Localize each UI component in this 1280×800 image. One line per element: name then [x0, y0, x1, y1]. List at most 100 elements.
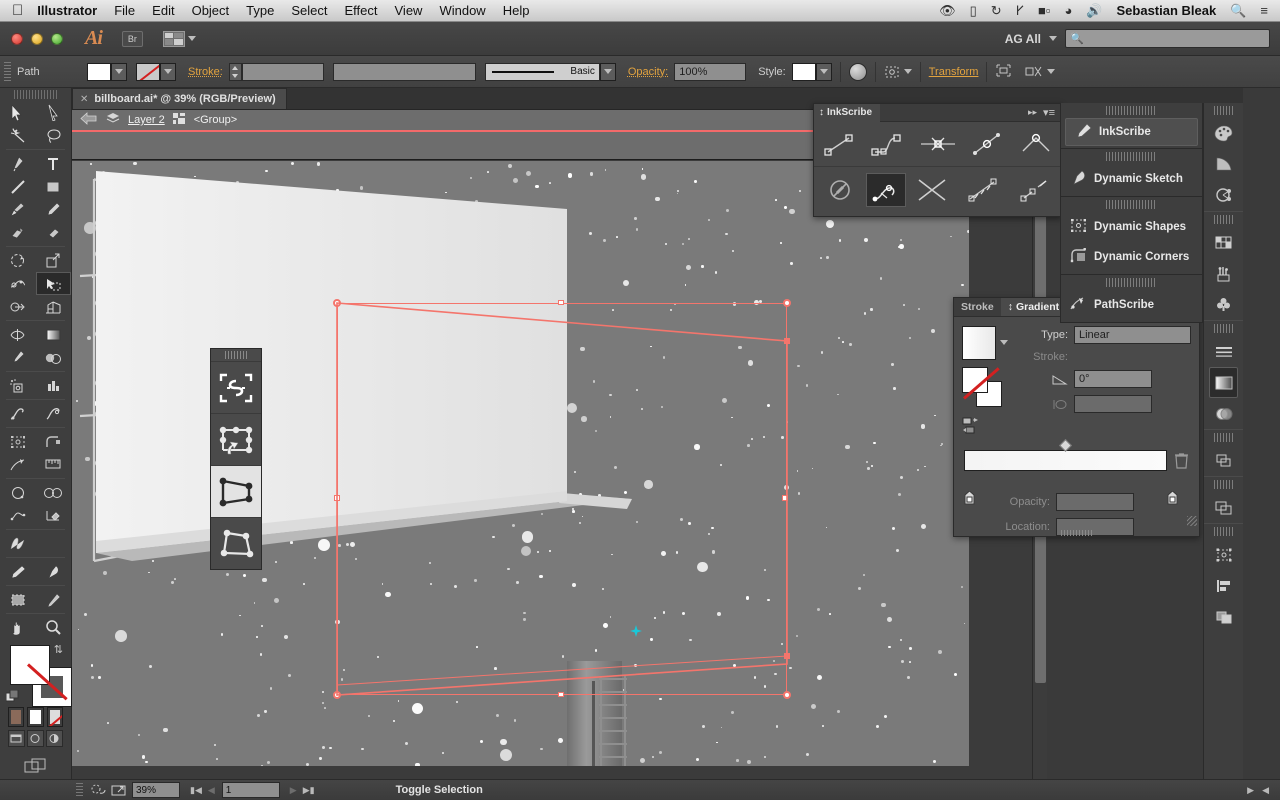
change-screen-mode-icon[interactable] — [0, 757, 71, 775]
expand-status-icon[interactable]: ▶ — [1244, 785, 1257, 796]
appearance-icon[interactable] — [1204, 445, 1243, 476]
notification-center-icon[interactable]: ≡ — [1260, 4, 1268, 17]
eye-icon[interactable]: 👁 — [939, 4, 956, 17]
search-icon[interactable]: 🔍 — [1230, 4, 1246, 17]
menu-edit[interactable]: Edit — [152, 3, 174, 18]
menu-object[interactable]: Object — [192, 3, 230, 18]
blob-brush-tool-icon[interactable] — [0, 221, 36, 244]
expand-icon[interactable]: ▸▸ — [1028, 107, 1037, 118]
panel-item-inkscribe[interactable]: InkScribe — [1065, 118, 1198, 146]
join-path-icon[interactable] — [1009, 173, 1061, 207]
move-anchors-icon[interactable] — [211, 413, 261, 465]
next-page-icon[interactable]: ▶ — [287, 785, 300, 796]
draw-shape-icon[interactable] — [211, 517, 261, 569]
artboard-canvas[interactable] — [72, 161, 969, 766]
panel-grip[interactable] — [1106, 106, 1157, 115]
stroke-none-swatch[interactable] — [136, 62, 160, 81]
stroke-weight-stepper[interactable] — [228, 62, 242, 81]
rotate-tool-icon[interactable] — [0, 249, 36, 272]
eyedropper-tool-icon[interactable] — [0, 346, 36, 369]
dynamic-shape-detect-icon[interactable] — [211, 361, 261, 413]
tab-stroke[interactable]: Stroke — [954, 298, 1001, 316]
trash-icon[interactable] — [1174, 452, 1189, 469]
inkquest-tool-icon[interactable] — [0, 402, 36, 425]
status-message[interactable]: Toggle Selection — [396, 784, 483, 796]
smooth-point-icon[interactable] — [962, 127, 1011, 161]
document-tab[interactable]: ✕ billboard.ai* @ 39% (RGB/Preview) — [72, 88, 287, 109]
style-chevron-down-icon[interactable] — [815, 62, 832, 81]
pathscribe-tool-icon[interactable] — [0, 453, 36, 476]
swap-fill-stroke-icon[interactable]: ⇅ — [54, 643, 63, 656]
normal-screen-mode-icon[interactable] — [8, 730, 25, 747]
panel-collapse-chevron-icon[interactable]: ↕ — [819, 107, 824, 118]
back-arrow-icon[interactable] — [80, 112, 98, 128]
brush-chevron-down-icon[interactable] — [599, 62, 616, 81]
perspective-grid-tool-icon[interactable] — [36, 295, 72, 318]
gradient-panel-icon[interactable] — [1209, 367, 1238, 398]
panel-item-dynamic-shapes[interactable]: Dynamic Shapes — [1061, 212, 1202, 242]
gradient-mode-icon[interactable] — [27, 707, 44, 727]
distribute-icon[interactable] — [1024, 64, 1056, 79]
tool-palette-grip[interactable] — [14, 90, 57, 99]
gradient-presets-chevron-down-icon[interactable] — [1000, 340, 1008, 345]
panel-collapse-chevron-icon[interactable]: ↕ — [1008, 301, 1013, 313]
inkscribe-panel[interactable]: ↕ InkScribe ▸▸ ▾≡ — [813, 103, 1062, 217]
gradient-midpoint-marker[interactable] — [1059, 439, 1073, 452]
pencil-tool-icon[interactable] — [36, 198, 72, 221]
battery-icon[interactable]: ■▫ — [1038, 4, 1050, 17]
collapse-status-icon[interactable]: ◀ — [1259, 785, 1272, 796]
gradient-stop-start[interactable] — [964, 490, 975, 505]
transform-panel-icon[interactable] — [1204, 539, 1243, 570]
edit-path-icon[interactable] — [865, 173, 906, 207]
share-icon[interactable] — [109, 783, 129, 798]
first-page-icon[interactable]: ▮◀ — [187, 785, 205, 796]
selection-handle-br[interactable] — [783, 691, 791, 699]
close-window-button[interactable] — [11, 32, 23, 45]
gradient-angle-field[interactable]: 0° — [1074, 370, 1152, 388]
gradient-type-select[interactable]: Linear — [1074, 326, 1191, 344]
inkscribe-panel-header[interactable]: ↕ InkScribe ▸▸ ▾≡ — [814, 103, 1061, 122]
panel-menu-icon[interactable]: ▾≡ — [1043, 106, 1055, 119]
color-panel-icon[interactable] — [1204, 118, 1243, 149]
menu-file[interactable]: File — [114, 3, 135, 18]
type-tool-icon[interactable] — [36, 152, 72, 175]
direct-selection-tool-icon[interactable] — [36, 101, 72, 124]
stroke-weight-label[interactable]: Stroke: — [188, 66, 223, 78]
hand-tool-icon[interactable] — [0, 616, 36, 639]
shape-builder-tool-icon[interactable] — [0, 295, 36, 318]
fill-swatch[interactable] — [87, 62, 111, 81]
stylism-tool-icon[interactable] — [0, 481, 36, 504]
dock-grip[interactable] — [1214, 215, 1233, 224]
magic-wand-tool-icon[interactable] — [0, 124, 36, 147]
stroke-color-control[interactable] — [136, 62, 176, 81]
symbol-sprayer-tool-icon[interactable] — [0, 374, 36, 397]
inkscribe-panel-tab[interactable]: ↕ InkScribe — [814, 103, 881, 122]
selection-handle-bl[interactable] — [333, 691, 341, 699]
erase-anchors-icon[interactable] — [958, 173, 1010, 207]
breadcrumb-group[interactable]: <Group> — [194, 114, 237, 126]
dock-grip[interactable] — [1214, 324, 1233, 333]
bluetooth-icon[interactable]: 𐌖 — [1016, 4, 1024, 17]
kuler-icon[interactable] — [1204, 180, 1243, 211]
panel-grip[interactable] — [1106, 200, 1157, 209]
page-number-field[interactable]: 1 — [221, 782, 280, 798]
dock-grip[interactable] — [1214, 106, 1233, 115]
gradient-tool-icon[interactable] — [36, 323, 72, 346]
user-name[interactable]: Sebastian Bleak — [1117, 3, 1217, 18]
selection-handle-tr[interactable] — [783, 299, 791, 307]
menu-select[interactable]: Select — [291, 3, 327, 18]
minimize-window-button[interactable] — [31, 32, 43, 45]
transparency-panel-icon[interactable] — [1204, 398, 1243, 429]
dynamic-shapes-tool-icon[interactable] — [0, 430, 36, 453]
gradient-stop-end[interactable] — [1167, 490, 1178, 505]
phantasm-tool-icon[interactable] — [0, 532, 36, 555]
panel-grip[interactable] — [1106, 152, 1157, 161]
anchor-point-icon[interactable] — [913, 127, 962, 161]
corner-point-icon[interactable] — [1012, 127, 1061, 161]
width-tool-icon[interactable] — [0, 272, 36, 295]
timemachine-icon[interactable]: ↻ — [991, 4, 1002, 17]
graphic-style-control[interactable] — [791, 62, 832, 81]
status-grip[interactable] — [76, 783, 83, 797]
edit-shape-icon[interactable] — [211, 465, 261, 517]
gradient-panel[interactable]: Stroke ↕ Gradient Transparency ▸▸ ▾≡ — [953, 297, 1200, 537]
